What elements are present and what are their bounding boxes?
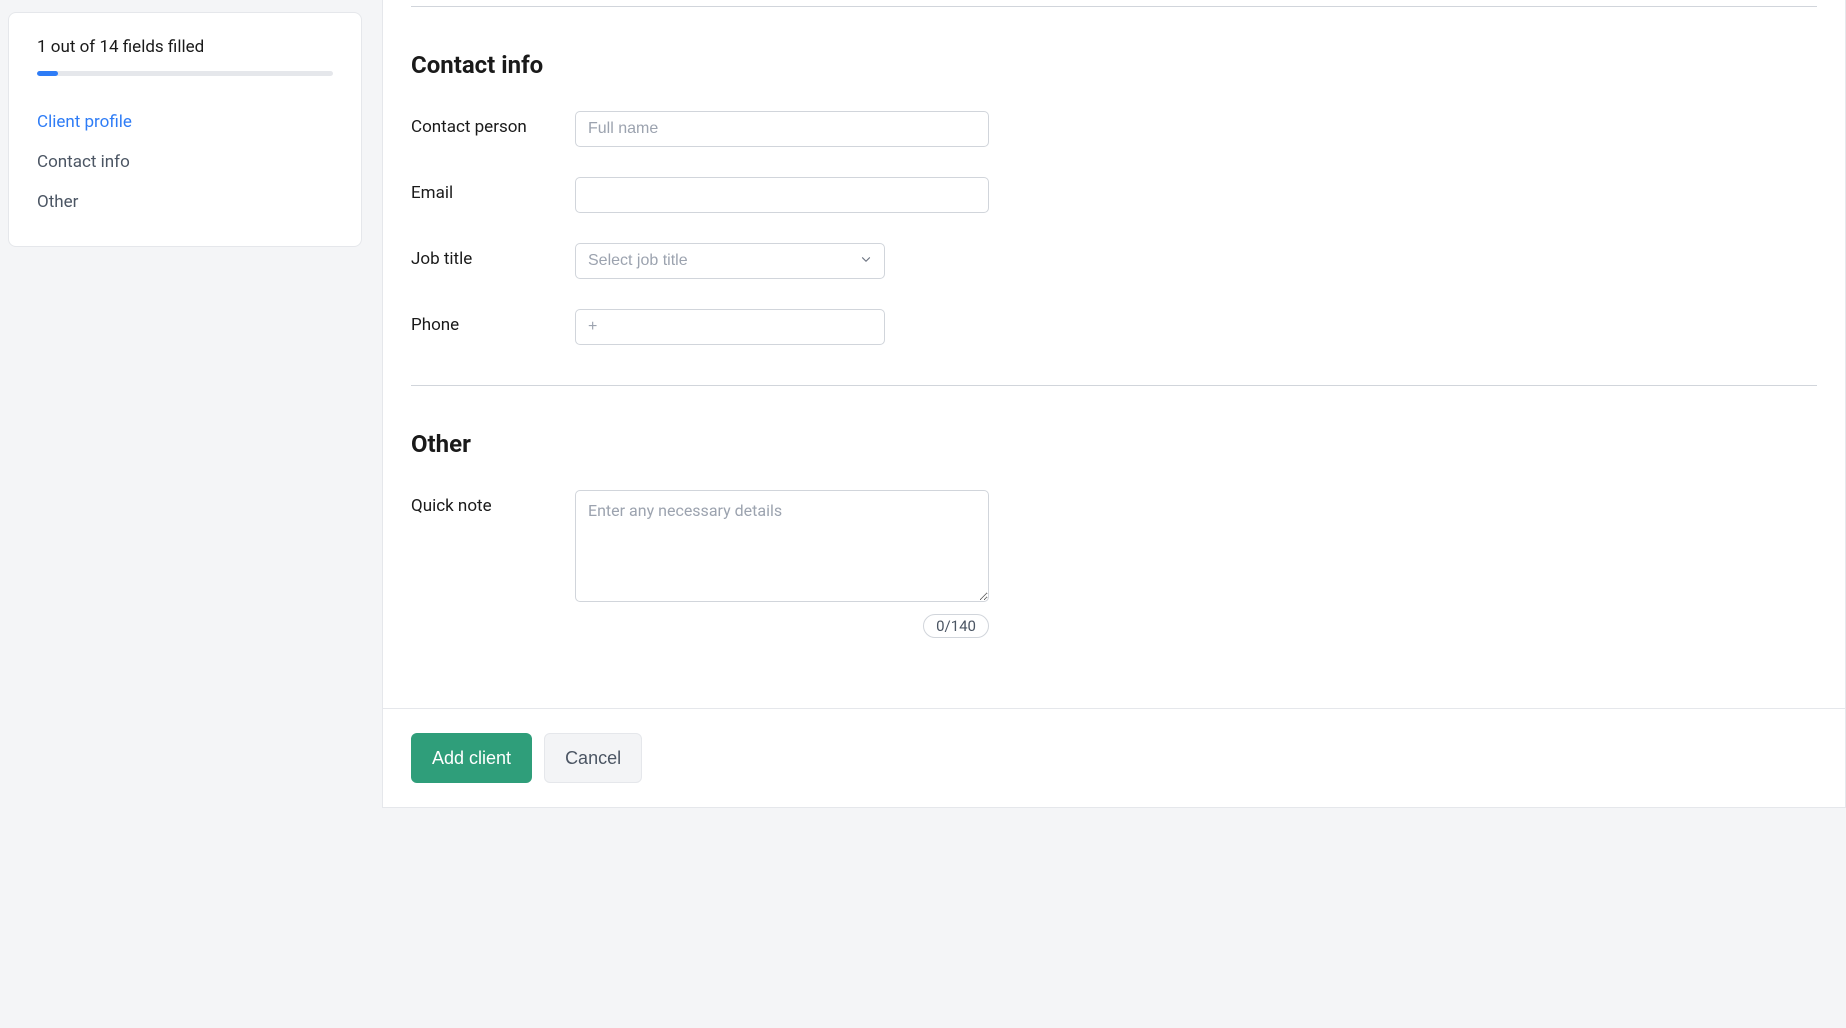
textarea-quick-note[interactable] [575,490,989,602]
label-phone: Phone [411,309,575,335]
char-counter-badge: 0/140 [923,614,989,638]
label-job-title: Job title [411,243,575,269]
input-email[interactable] [575,177,989,213]
progress-fill [37,71,58,76]
cancel-button[interactable]: Cancel [544,733,642,783]
field-row-email: Email [411,177,1817,213]
divider [411,385,1817,386]
form-footer: Add client Cancel [383,708,1845,807]
progress-bar [37,71,333,76]
label-contact-person: Contact person [411,111,575,137]
main-form-panel: Contact info Contact person Email Job ti… [382,0,1846,808]
section-title-other: Other [411,430,1817,458]
sidebar-item-client-profile[interactable]: Client profile [37,102,333,142]
field-row-phone: Phone [411,309,1817,345]
field-row-quick-note: Quick note 0/140 [411,490,1817,638]
input-contact-person[interactable] [575,111,989,147]
label-email: Email [411,177,575,203]
divider [411,6,1817,7]
field-row-contact-person: Contact person [411,111,1817,147]
field-row-job-title: Job title Select job title [411,243,1817,279]
sidebar-item-contact-info[interactable]: Contact info [37,142,333,182]
sidebar-item-other[interactable]: Other [37,182,333,222]
sidebar-progress-card: 1 out of 14 fields filled Client profile… [8,12,362,247]
progress-text: 1 out of 14 fields filled [37,37,333,57]
input-phone[interactable] [575,309,885,345]
add-client-button[interactable]: Add client [411,733,532,783]
label-quick-note: Quick note [411,490,575,516]
select-job-title[interactable]: Select job title [575,243,885,279]
section-title-contact-info: Contact info [411,51,1817,79]
